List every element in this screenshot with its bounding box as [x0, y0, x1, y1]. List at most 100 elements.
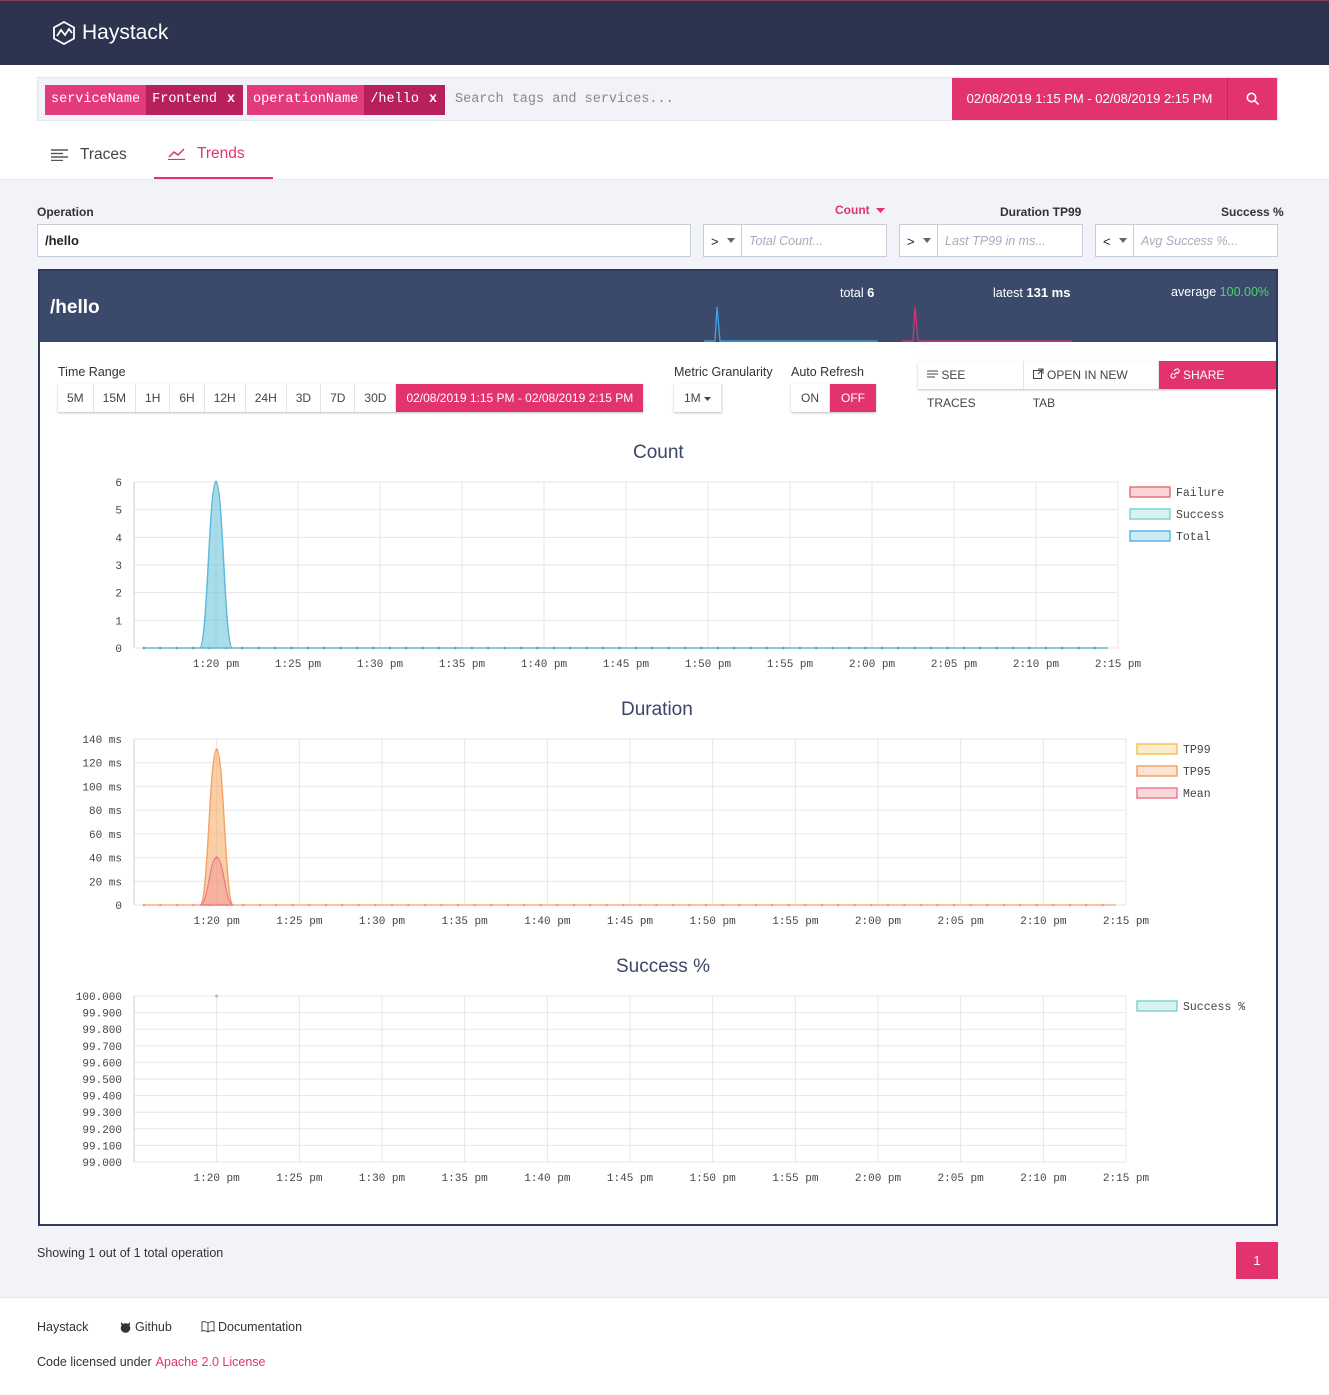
y-tick-label: 99.000 — [82, 1158, 122, 1170]
search-button[interactable] — [1228, 78, 1277, 120]
y-tick-label: 99.400 — [82, 1092, 122, 1104]
app-logo[interactable]: Haystack — [52, 21, 168, 45]
tab-trends[interactable]: Trends — [154, 130, 273, 179]
range-button-5m[interactable]: 5M — [58, 384, 94, 412]
footer-haystack-link[interactable]: Haystack — [37, 1320, 88, 1334]
latest-label: latest — [993, 286, 1023, 300]
legend-swatch — [1136, 743, 1178, 755]
success-filter: < Avg Success %... — [1095, 224, 1278, 257]
baseline-point — [962, 646, 966, 650]
baseline-point — [522, 903, 526, 907]
legend-swatch — [1136, 765, 1178, 777]
baseline-point — [258, 903, 261, 907]
baseline-point — [936, 903, 939, 907]
baseline-point — [1101, 903, 1105, 907]
range-button-custom[interactable]: 02/08/2019 1:15 PM - 02/08/2019 2:15 PM — [396, 384, 644, 412]
range-button-12h[interactable]: 12H — [204, 384, 246, 412]
baseline-point — [1035, 903, 1039, 907]
baseline-point — [536, 646, 539, 650]
range-button-3d[interactable]: 3D — [286, 384, 322, 412]
page-1-button[interactable]: 1 — [1236, 1242, 1278, 1279]
baseline-point — [870, 903, 873, 907]
baseline-point — [503, 646, 506, 650]
range-button-7d[interactable]: 7D — [321, 384, 356, 412]
baseline-point — [407, 903, 410, 907]
baseline-point — [341, 903, 344, 907]
baseline-point — [519, 646, 523, 650]
open-new-tab-button[interactable]: OPEN IN NEW TAB — [1023, 361, 1159, 410]
share-trend-button[interactable]: SHARE TREND — [1158, 361, 1277, 410]
total-count-stat: total 6 — [840, 285, 874, 300]
search-chip-operation[interactable]: operationName /hello x — [247, 85, 446, 115]
baseline-point — [437, 646, 441, 650]
search-chip-service[interactable]: serviceName Frontend x — [45, 85, 244, 115]
x-tick-label: 1:55 pm — [772, 916, 819, 928]
x-tick-label: 1:50 pm — [690, 916, 737, 928]
baseline-point — [765, 646, 769, 650]
x-tick-label: 2:15 pm — [1103, 916, 1150, 928]
footer-documentation-link[interactable]: Documentation — [201, 1320, 302, 1334]
y-tick-label: 0 — [115, 901, 122, 913]
baseline-point — [355, 646, 359, 650]
count-chart-title: Count — [633, 442, 684, 463]
time-range-picker-button[interactable]: 02/08/2019 1:15 PM - 02/08/2019 2:15 PM — [952, 78, 1228, 120]
count-sort-header[interactable]: Count — [835, 203, 885, 217]
granularity-value[interactable]: 1M — [674, 384, 723, 412]
auto-refresh-on-button[interactable]: ON — [791, 384, 830, 412]
tab-traces[interactable]: Traces — [51, 130, 127, 179]
y-tick-label: 99.500 — [82, 1075, 122, 1087]
operation-row-header[interactable]: /hello total 6 latest 131 ms average 100… — [40, 271, 1276, 342]
apache-license-link[interactable]: Apache 2.0 License — [156, 1355, 266, 1369]
y-tick-label: 99.700 — [82, 1042, 122, 1054]
baseline-point — [978, 646, 982, 650]
chip-remove-button[interactable]: x — [424, 85, 446, 115]
x-tick-label: 2:00 pm — [855, 1173, 902, 1185]
baseline-point — [372, 646, 375, 650]
baseline-point — [864, 646, 867, 650]
search-input[interactable] — [449, 79, 949, 119]
x-tick-label: 1:25 pm — [276, 1173, 323, 1185]
x-tick-label: 1:30 pm — [357, 659, 404, 671]
baseline-point — [322, 646, 326, 650]
legend-swatch — [1129, 508, 1171, 520]
duration-filter: > Last TP99 in ms... — [899, 224, 1083, 257]
x-tick-label: 2:15 pm — [1095, 659, 1142, 671]
latest-duration-stat: latest 131 ms — [993, 285, 1070, 300]
baseline-point — [1068, 903, 1072, 907]
range-button-1h[interactable]: 1H — [136, 384, 171, 412]
baseline-point — [257, 646, 260, 650]
y-tick-label: 99.300 — [82, 1108, 122, 1120]
range-button-15m[interactable]: 15M — [93, 384, 137, 412]
baseline-point — [721, 903, 724, 907]
count-chart: 0 1 2 3 4 5 6 1:20 pm 1:25 pm 1:30 pm 1:35 pm 1:40 … — [115, 478, 1224, 671]
x-tick-label: 1:35 pm — [439, 659, 486, 671]
x-tick-label: 1:20 pm — [193, 659, 240, 671]
footer-github-link[interactable]: Github — [119, 1320, 172, 1334]
latest-value: 131 ms — [1026, 285, 1071, 300]
x-tick-label: 2:00 pm — [849, 659, 896, 671]
count-filter-input[interactable]: Total Count... — [742, 225, 823, 256]
y-tick-label: 120 ms — [82, 759, 122, 771]
chip-remove-button[interactable]: x — [222, 85, 244, 115]
count-operator-select[interactable]: > — [704, 225, 742, 256]
sort-down-icon — [876, 208, 885, 213]
duration-filter-input[interactable]: Last TP99 in ms... — [938, 225, 1046, 256]
x-tick-label: 1:50 pm — [685, 659, 732, 671]
list-icon — [51, 148, 68, 161]
operation-filter-input[interactable]: /hello — [37, 224, 691, 257]
count-sparkline — [704, 306, 878, 342]
success-operator-select[interactable]: < — [1096, 225, 1134, 256]
see-traces-button[interactable]: SEE TRACES — [918, 361, 1024, 410]
chip-key: operationName — [247, 85, 365, 115]
success-filter-input[interactable]: Avg Success %... — [1134, 225, 1238, 256]
link-icon — [1170, 368, 1180, 379]
duration-operator-select[interactable]: > — [900, 225, 938, 256]
duration-sparkline — [902, 306, 1072, 342]
baseline-point — [601, 646, 605, 650]
range-button-30d[interactable]: 30D — [355, 384, 397, 412]
granularity-dropdown[interactable]: 1M — [674, 384, 723, 412]
auto-refresh-off-button[interactable]: OFF — [830, 384, 876, 412]
total-label: total — [840, 286, 864, 300]
range-button-6h[interactable]: 6H — [170, 384, 205, 412]
range-button-24h[interactable]: 24H — [245, 384, 287, 412]
